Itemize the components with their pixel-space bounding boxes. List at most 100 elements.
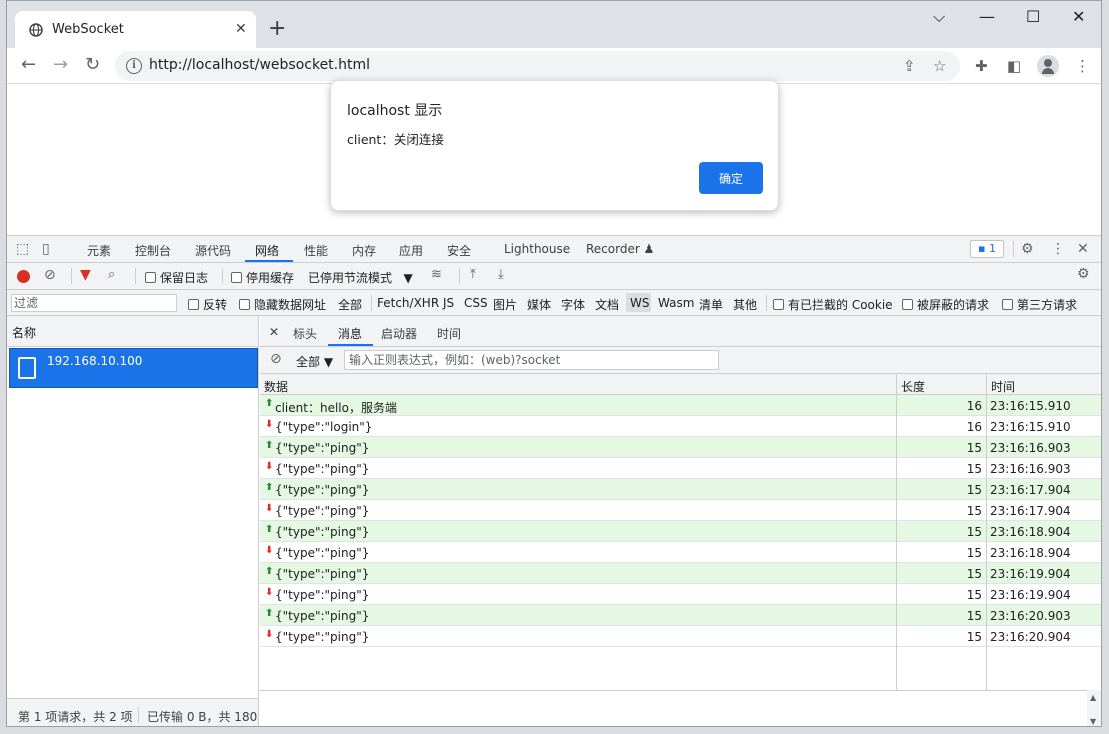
message-row[interactable]: ⬇ {"type":"login"} 16 23:16:15.910 [260, 416, 1101, 437]
detail-close-icon[interactable]: ✕ [269, 325, 279, 339]
blocked-requests-checkbox[interactable]: 被屏蔽的请求 [902, 296, 989, 313]
tab-application[interactable]: 应用 [399, 242, 423, 259]
message-row[interactable]: ⬇ {"type":"ping"} 15 23:16:20.904 [260, 626, 1101, 647]
message-data: {"type":"ping"} [275, 525, 370, 539]
blocked-cookies-checkbox[interactable]: 有已拦截的 Cookie [773, 296, 893, 313]
hide-data-urls-checkbox[interactable]: 隐藏数据网址 [239, 296, 326, 313]
window-minimize-button[interactable]: — [979, 9, 995, 25]
inspect-element-icon[interactable]: ⬚ [16, 241, 29, 257]
message-row[interactable]: ⬆ {"type":"ping"} 15 23:16:18.904 [260, 521, 1101, 542]
type-filter-img[interactable]: 图片 [493, 296, 517, 313]
scroll-up-arrow[interactable]: ▲ [1090, 693, 1096, 702]
preserve-log-checkbox[interactable]: 保留日志 [145, 269, 208, 286]
extensions-puzzle-icon[interactable]: ✚ [975, 57, 988, 75]
side-panel-icon[interactable]: ◧ [1007, 57, 1021, 75]
type-filter-other[interactable]: 其他 [733, 296, 757, 313]
message-row[interactable]: ⬇ {"type":"ping"} 15 23:16:18.904 [260, 542, 1101, 563]
tab-headers[interactable]: 标头 [293, 325, 317, 342]
filter-funnel-icon[interactable]: ▼ [80, 267, 91, 283]
sent-arrow-icon: ⬆ [265, 608, 274, 619]
column-data[interactable]: 数据 [264, 378, 288, 395]
scroll-down-arrow[interactable]: ▼ [1090, 717, 1096, 726]
devtools-panel: ⬚ ▯ 元素 控制台 源代码 网络 性能 内存 应用 安全 Lighthouse… [7, 235, 1101, 726]
message-time: 23:16:17.904 [990, 483, 1071, 497]
scrollbar[interactable]: ▲ ▼ [1087, 690, 1101, 726]
export-har-icon[interactable]: ⤓ [498, 267, 504, 282]
message-time: 23:16:19.904 [990, 567, 1071, 581]
type-filter-media[interactable]: 媒体 [527, 296, 551, 313]
type-filter-fetch-xhr[interactable]: Fetch/XHR [377, 296, 439, 310]
tab-performance[interactable]: 性能 [304, 242, 328, 259]
request-list-header[interactable]: 名称 [7, 316, 258, 347]
address-bar[interactable]: i http://localhost/websocket.html ⇪ ☆ [115, 51, 960, 81]
message-row[interactable]: ⬇ {"type":"ping"} 15 23:16:19.904 [260, 584, 1101, 605]
devtools-close-icon[interactable]: ✕ [1077, 241, 1089, 257]
throttling-select[interactable]: 已停用节流模式 ▼ [308, 269, 413, 286]
message-row[interactable]: ⬇ {"type":"ping"} 15 23:16:17.904 [260, 500, 1101, 521]
tab-console[interactable]: 控制台 [135, 242, 171, 259]
message-row[interactable]: ⬆ {"type":"ping"} 15 23:16:17.904 [260, 479, 1101, 500]
tab-initiator[interactable]: 启动器 [381, 325, 417, 342]
new-tab-button[interactable]: + [268, 17, 286, 41]
tab-elements[interactable]: 元素 [87, 242, 111, 259]
clear-messages-icon[interactable]: ⊘ [270, 351, 282, 367]
message-row[interactable]: ⬆ client：hello，服务端 16 23:16:15.910 [260, 395, 1101, 416]
site-info-icon[interactable]: i [126, 58, 142, 74]
tab-timing[interactable]: 时间 [437, 325, 461, 342]
column-length[interactable]: 长度 [901, 378, 925, 395]
tab-sources[interactable]: 源代码 [195, 242, 231, 259]
type-filter-manifest[interactable]: 清单 [699, 296, 723, 313]
share-icon[interactable]: ⇪ [903, 57, 916, 75]
message-row[interactable]: ⬆ {"type":"ping"} 15 23:16:20.903 [260, 605, 1101, 626]
device-toolbar-icon[interactable]: ▯ [42, 241, 50, 257]
network-settings-gear-icon[interactable]: ⚙ [1077, 266, 1090, 282]
type-filter-wasm[interactable]: Wasm [658, 296, 694, 310]
kebab-menu-icon[interactable]: ⋮ [1075, 57, 1090, 75]
browser-tab[interactable]: WebSocket ✕ [15, 11, 256, 48]
third-party-checkbox[interactable]: 第三方请求 [1002, 296, 1077, 313]
minimize-icon[interactable]: ⌵ [933, 9, 945, 25]
clear-icon[interactable]: ⊘ [44, 267, 56, 283]
devtools-menu-icon[interactable]: ⋮ [1051, 241, 1065, 257]
network-conditions-icon[interactable]: ≋ [431, 267, 442, 282]
filter-input[interactable]: 过滤 [11, 294, 177, 312]
type-filter-ws[interactable]: WS [630, 296, 649, 310]
column-time[interactable]: 时间 [991, 378, 1015, 395]
forward-icon[interactable]: → [53, 55, 68, 75]
divider [766, 295, 767, 311]
search-icon[interactable]: ⌕ [108, 267, 115, 282]
type-filter-css[interactable]: CSS [464, 296, 488, 310]
window-close-icon[interactable]: ✕ [1072, 9, 1085, 25]
settings-gear-icon[interactable]: ⚙ [1021, 241, 1034, 257]
message-type-select[interactable]: 全部 ▼ [296, 353, 333, 370]
maximize-icon[interactable]: ☐ [1026, 9, 1040, 25]
type-filter-js[interactable]: JS [443, 296, 454, 310]
invert-checkbox[interactable]: 反转 [188, 296, 227, 313]
type-filter-doc[interactable]: 文档 [595, 296, 619, 313]
back-icon[interactable]: ← [21, 55, 36, 75]
tab-recorder[interactable]: Recorder ♟ [586, 242, 654, 256]
messages-badge[interactable]: ▪ 1 [970, 240, 1004, 258]
type-filter-font[interactable]: 字体 [561, 296, 585, 313]
bookmark-star-icon[interactable]: ☆ [933, 57, 946, 75]
tab-memory[interactable]: 内存 [352, 242, 376, 259]
url-text[interactable]: http://localhost/websocket.html [149, 57, 370, 73]
dialog-ok-button[interactable]: 确定 [699, 162, 763, 194]
import-har-icon[interactable]: ⤒ [470, 267, 476, 282]
request-row[interactable]: 192.168.10.100 [9, 348, 258, 388]
disable-cache-checkbox[interactable]: 停用缓存 [231, 269, 294, 286]
network-toolbar: ⊘ ▼ ⌕ 保留日志 停用缓存 已停用节流模式 ▼ ≋ ⤒ ⤓ ⚙ [7, 263, 1101, 290]
tab-network[interactable]: 网络 [255, 242, 279, 259]
type-filter-all[interactable]: 全部 [338, 296, 362, 313]
profile-avatar[interactable] [1037, 55, 1059, 77]
record-icon[interactable] [17, 270, 30, 283]
tab-security[interactable]: 安全 [447, 242, 471, 259]
message-row[interactable]: ⬇ {"type":"ping"} 15 23:16:16.903 [260, 458, 1101, 479]
reload-icon[interactable]: ↻ [85, 55, 100, 75]
message-row[interactable]: ⬆ {"type":"ping"} 15 23:16:19.904 [260, 563, 1101, 584]
tab-close-icon[interactable]: ✕ [235, 21, 247, 37]
tab-messages[interactable]: 消息 [338, 325, 362, 342]
message-regex-input[interactable]: 输入正则表达式，例如：(web)?socket [344, 350, 719, 370]
tab-lighthouse[interactable]: Lighthouse [504, 242, 570, 256]
message-row[interactable]: ⬆ {"type":"ping"} 15 23:16:16.903 [260, 437, 1101, 458]
